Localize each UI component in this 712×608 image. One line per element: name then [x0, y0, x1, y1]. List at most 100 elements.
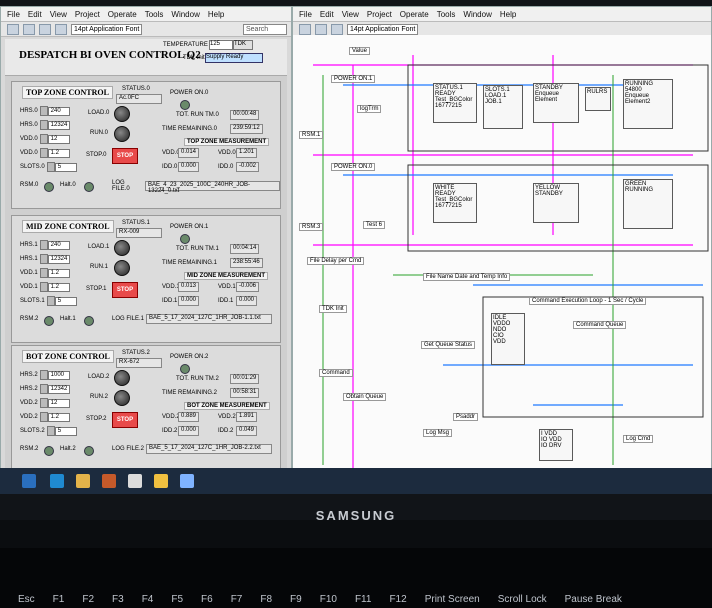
stop-button[interactable]: STOP: [112, 282, 138, 298]
vdd-field[interactable]: VDD.2 12: [20, 398, 70, 408]
idd-meas-value: 0.000: [178, 296, 200, 306]
spinner-icon[interactable]: [46, 426, 55, 436]
menu-help[interactable]: Help: [208, 10, 224, 19]
font-selector[interactable]: 14pt Application Font: [347, 23, 419, 35]
vdd-value[interactable]: 12: [47, 134, 70, 144]
slots-field[interactable]: SLOTS.0 5: [20, 162, 77, 172]
menu-file[interactable]: File: [7, 10, 20, 19]
media-icon[interactable]: [102, 474, 116, 488]
slots-value[interactable]: 5: [54, 296, 77, 306]
abort-icon[interactable]: [39, 23, 51, 35]
menu-project[interactable]: Project: [75, 10, 100, 19]
ie-icon[interactable]: [50, 474, 64, 488]
run-icon[interactable]: [299, 23, 311, 35]
hrs-value[interactable]: 240: [47, 240, 70, 250]
hrs2-field[interactable]: HRS.0 12324: [20, 120, 71, 130]
spinner-icon[interactable]: [39, 120, 48, 130]
slots-field[interactable]: SLOTS.2 5: [20, 426, 77, 436]
spinner-icon[interactable]: [39, 254, 48, 264]
load-knob[interactable]: [114, 370, 130, 386]
hrs-value[interactable]: 240: [47, 106, 70, 116]
menu-operate[interactable]: Operate: [108, 10, 137, 19]
font-selector[interactable]: 14pt Application Font: [71, 23, 143, 35]
monitor-brand: SAMSUNG: [315, 508, 397, 523]
spinner-icon[interactable]: [39, 370, 48, 380]
vdd2-field[interactable]: VDD.1 1.2: [20, 282, 70, 292]
spinner-icon[interactable]: [39, 268, 48, 278]
run-knob[interactable]: [114, 126, 130, 142]
load-knob[interactable]: [114, 240, 130, 256]
highlight-icon[interactable]: [331, 23, 343, 35]
slots-field[interactable]: SLOTS.1 5: [20, 296, 77, 306]
rulrs-node: RULRS: [585, 87, 611, 111]
hrs-value[interactable]: 1000: [47, 370, 70, 380]
menu-file[interactable]: File: [299, 10, 312, 19]
run-icon[interactable]: [7, 23, 19, 35]
run-knob[interactable]: [114, 260, 130, 276]
hrs-field[interactable]: HRS.0 240: [20, 106, 70, 116]
menu-tools[interactable]: Tools: [145, 10, 164, 19]
menu-help[interactable]: Help: [500, 10, 516, 19]
start-orb-icon[interactable]: [22, 474, 36, 488]
menu-edit[interactable]: Edit: [320, 10, 334, 19]
stop-button[interactable]: STOP: [112, 148, 138, 164]
hrs2-value[interactable]: 12324: [47, 254, 71, 264]
vdd-field[interactable]: VDD.0 12: [20, 134, 70, 144]
menu-view[interactable]: View: [342, 10, 359, 19]
app-icon[interactable]: [180, 474, 194, 488]
load-knob[interactable]: [114, 106, 130, 122]
spinner-icon[interactable]: [39, 148, 48, 158]
hrs2-field[interactable]: HRS.1 12324: [20, 254, 71, 264]
run-knob[interactable]: [114, 390, 130, 406]
spinner-icon[interactable]: [39, 240, 48, 250]
spinner-icon[interactable]: [39, 384, 48, 394]
log-file-row: LOG FILE.0 BAE_4_23_2025_100C_240HR_JOB-…: [112, 180, 280, 194]
vdd2-value[interactable]: 1.2: [47, 282, 70, 292]
spinner-icon[interactable]: [39, 398, 48, 408]
hrs-label: HRS.2: [20, 372, 38, 378]
hrs2-field[interactable]: HRS.2 12342: [20, 384, 71, 394]
vdd-value[interactable]: 12: [47, 398, 70, 408]
vdd2-field[interactable]: VDD.2 1.2: [20, 412, 70, 422]
search-input[interactable]: Search: [243, 23, 287, 35]
pause-icon[interactable]: [55, 23, 67, 35]
menu-operate[interactable]: Operate: [400, 10, 429, 19]
spinner-icon[interactable]: [39, 134, 48, 144]
menu-window[interactable]: Window: [171, 10, 199, 19]
spinner-icon[interactable]: [39, 282, 48, 292]
chrome-icon[interactable]: [128, 474, 142, 488]
halt-led-icon: [84, 446, 94, 456]
menu-view[interactable]: View: [50, 10, 67, 19]
temperature-field[interactable]: 125: [209, 40, 233, 50]
hrs2-value[interactable]: 12324: [47, 120, 71, 130]
vdd2-field[interactable]: VDD.0 1.2: [20, 148, 70, 158]
tdk-status: Supply Ready: [205, 53, 263, 63]
hrs-field[interactable]: HRS.1 240: [20, 240, 70, 250]
slots-value[interactable]: 5: [54, 426, 77, 436]
stop-button[interactable]: STOP: [112, 412, 138, 428]
spinner-icon[interactable]: [46, 162, 55, 172]
menu-tools[interactable]: Tools: [437, 10, 456, 19]
vdd-field[interactable]: VDD.1 1.2: [20, 268, 70, 278]
slots-value[interactable]: 5: [54, 162, 77, 172]
spinner-icon[interactable]: [46, 296, 55, 306]
hrs2-label: HRS.0: [20, 122, 38, 128]
hrs-field[interactable]: HRS.2 1000: [20, 370, 70, 380]
block-diagram-window: File Edit View Project Operate Tools Win…: [292, 6, 712, 474]
load-label: LOAD.1: [88, 244, 110, 250]
labview-icon[interactable]: [154, 474, 168, 488]
menu-project[interactable]: Project: [367, 10, 392, 19]
status2-node: WHITE READY Test_BGColor 16777215: [433, 183, 477, 223]
vdd2-value[interactable]: 1.2: [47, 148, 70, 158]
explorer-icon[interactable]: [76, 474, 90, 488]
vdd2-value[interactable]: 1.2: [47, 412, 70, 422]
menu-edit[interactable]: Edit: [28, 10, 42, 19]
run-continuous-icon[interactable]: [23, 23, 35, 35]
vdd-value[interactable]: 1.2: [47, 268, 70, 278]
hrs2-value[interactable]: 12342: [47, 384, 71, 394]
spinner-icon[interactable]: [39, 106, 48, 116]
power-label: POWER ON.2: [170, 354, 209, 360]
menu-window[interactable]: Window: [463, 10, 491, 19]
spinner-icon[interactable]: [39, 412, 48, 422]
abort-icon[interactable]: [315, 23, 327, 35]
